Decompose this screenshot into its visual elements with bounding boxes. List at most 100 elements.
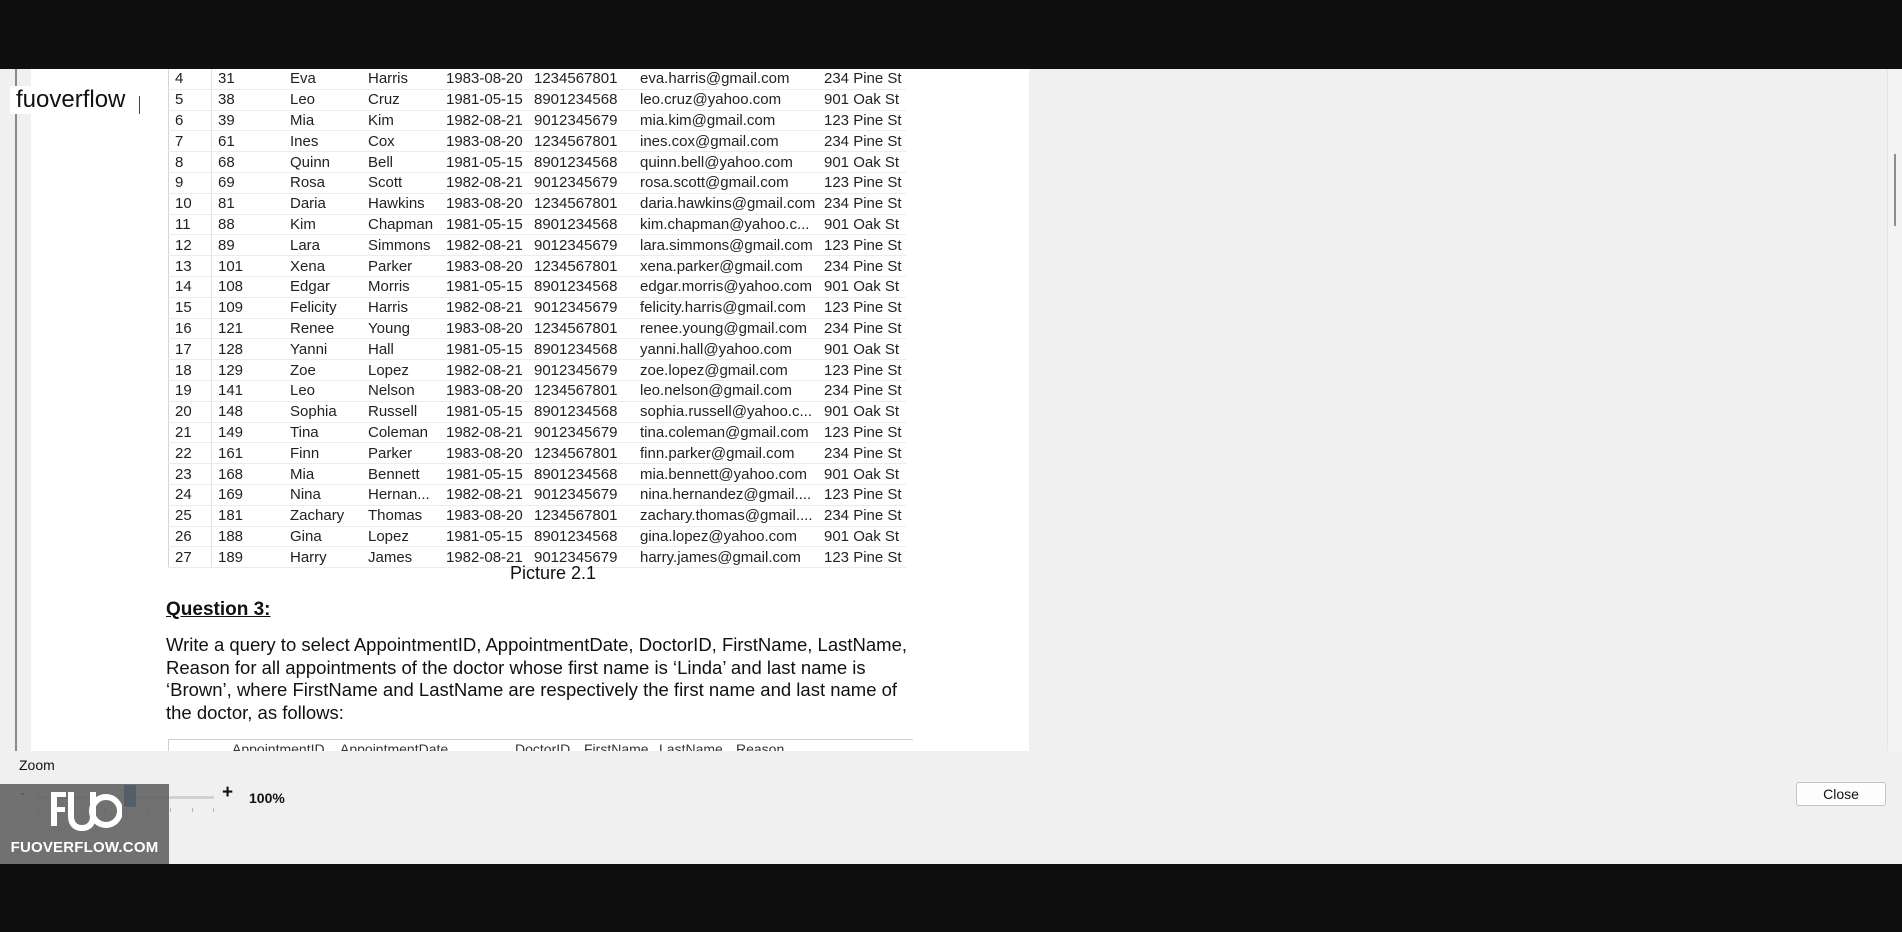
- table-cell: edgar.morris@yahoo.com: [634, 276, 818, 298]
- table-cell: 9012345679: [528, 110, 634, 132]
- table-cell: 901 Oak St: [818, 151, 906, 173]
- table-cell: 39: [211, 110, 284, 132]
- scrollbar-thumb[interactable]: [1894, 154, 1896, 226]
- table-cell: 21: [168, 422, 212, 444]
- table-cell: Harry: [284, 546, 362, 569]
- table-cell: 1981-05-15: [440, 526, 528, 548]
- table-cell: 901 Oak St: [818, 276, 906, 298]
- table-cell: 1234567801: [528, 130, 634, 153]
- table-cell: 1983-08-20: [440, 442, 528, 465]
- zoom-in-button[interactable]: +: [222, 782, 233, 804]
- table-cell: 1983-08-20: [440, 380, 528, 402]
- table-cell: 20: [168, 401, 212, 423]
- table-cell: 1234567801: [528, 380, 634, 402]
- table-cell: 161: [211, 442, 284, 465]
- vertical-scrollbar[interactable]: [1887, 69, 1902, 751]
- question-title: Question 3:: [166, 599, 271, 620]
- table-row: 18 129 Zoe Lopez 1982-08-21 9012345679 zoe.lop…: [168, 359, 906, 381]
- table-cell: 1983-08-20: [440, 69, 528, 90]
- table-cell: 123 Pine St: [818, 359, 906, 381]
- table-cell: Harris: [362, 69, 440, 90]
- table-cell: rosa.scott@gmail.com: [634, 172, 818, 194]
- table-cell: 1982-08-21: [440, 172, 528, 194]
- table-cell: 9012345679: [528, 359, 634, 381]
- results-table-body: 4 31 Eva Harris 1983-08-20 1234567801 eva.harr…: [168, 69, 906, 569]
- table-row: 11 88 Kim Chapman 1981-05-15 8901234568 kim.ch…: [168, 214, 906, 236]
- table-cell: 108: [211, 276, 284, 298]
- table-cell: Harris: [362, 297, 440, 319]
- table-row: 19 141 Leo Nelson 1983-08-20 1234567801 leo.ne…: [168, 380, 906, 402]
- table-cell: 61: [211, 130, 284, 153]
- table-cell: Parker: [362, 442, 440, 465]
- header-first-name: FirstName: [584, 741, 649, 751]
- table-cell: 1981-05-15: [440, 151, 528, 173]
- table-row: 13 101 Xena Parker 1983-08-20 1234567801 xena.…: [168, 255, 906, 277]
- table-cell: Lara: [284, 234, 362, 257]
- table-cell: sophia.russell@yahoo.c...: [634, 401, 818, 423]
- table-row: 10 81 Daria Hawkins 1983-08-20 1234567801 dari…: [168, 193, 906, 215]
- table-row: 7 61 Ines Cox 1983-08-20 1234567801 ines.cox@g…: [168, 130, 906, 153]
- header-last-name: LastName: [659, 741, 723, 751]
- table-cell: 901 Oak St: [818, 338, 906, 361]
- table-cell: 16: [168, 318, 212, 340]
- zoom-label: Zoom: [19, 757, 55, 773]
- document-viewer-window: 4 31 Eva Harris 1983-08-20 1234567801 eva.harr…: [0, 69, 1902, 864]
- table-cell: 81: [211, 193, 284, 215]
- table-cell: 123 Pine St: [818, 546, 906, 569]
- table-cell: 9012345679: [528, 484, 634, 506]
- table-cell: kim.chapman@yahoo.c...: [634, 214, 818, 236]
- table-cell: 1981-05-15: [440, 89, 528, 111]
- table-cell: 123 Pine St: [818, 234, 906, 257]
- table-cell: Morris: [362, 276, 440, 298]
- table-cell: 19: [168, 380, 212, 402]
- table-cell: Yanni: [284, 338, 362, 361]
- table-cell: 1981-05-15: [440, 463, 528, 485]
- table-cell: 8901234568: [528, 526, 634, 548]
- table-row: 4 31 Eva Harris 1983-08-20 1234567801 eva.harr…: [168, 69, 906, 90]
- table-cell: Chapman: [362, 214, 440, 236]
- table-row: 12 89 Lara Simmons 1982-08-21 9012345679 lara.…: [168, 234, 906, 257]
- table-cell: Tina: [284, 422, 362, 444]
- close-button[interactable]: Close: [1796, 782, 1886, 806]
- table-cell: 123 Pine St: [818, 422, 906, 444]
- table-cell: Quinn: [284, 151, 362, 173]
- table-cell: Hernan...: [362, 484, 440, 506]
- table-cell: 8901234568: [528, 463, 634, 485]
- table-cell: 13: [168, 255, 212, 277]
- table-row: 26 188 Gina Lopez 1981-05-15 8901234568 gina.l…: [168, 526, 906, 548]
- table-cell: ines.cox@gmail.com: [634, 130, 818, 153]
- table-cell: Eva: [284, 69, 362, 90]
- table-cell: 22: [168, 442, 212, 465]
- table-cell: Hawkins: [362, 193, 440, 215]
- table-cell: 1982-08-21: [440, 297, 528, 319]
- table-row: 24 169 Nina Hernan... 1982-08-21 9012345679 ni…: [168, 484, 906, 506]
- table-cell: 181: [211, 505, 284, 527]
- document-view-pane[interactable]: 4 31 Eva Harris 1983-08-20 1234567801 eva.harr…: [15, 69, 1902, 751]
- table-cell: 188: [211, 526, 284, 548]
- table-cell: 234 Pine St: [818, 380, 906, 402]
- table-cell: Renee: [284, 318, 362, 340]
- table-cell: Thomas: [362, 505, 440, 527]
- table-row: 5 38 Leo Cruz 1981-05-15 8901234568 leo.cruz@y…: [168, 89, 906, 111]
- table-cell: 1981-05-15: [440, 401, 528, 423]
- table-cell: 7: [168, 130, 212, 153]
- table-cell: gina.lopez@yahoo.com: [634, 526, 818, 548]
- table-cell: 234 Pine St: [818, 255, 906, 277]
- table-cell: 123 Pine St: [818, 110, 906, 132]
- table-cell: 24: [168, 484, 212, 506]
- table-row: 23 168 Mia Bennett 1981-05-15 8901234568 mia.b…: [168, 463, 906, 485]
- table-cell: Xena: [284, 255, 362, 277]
- table-cell: Zachary: [284, 505, 362, 527]
- table-cell: 1982-08-21: [440, 484, 528, 506]
- table-cell: yanni.hall@yahoo.com: [634, 338, 818, 361]
- table-cell: 1981-05-15: [440, 338, 528, 361]
- table-cell: 168: [211, 463, 284, 485]
- table-cell: Simmons: [362, 234, 440, 257]
- table-cell: Bell: [362, 151, 440, 173]
- table-cell: Lopez: [362, 359, 440, 381]
- table-cell: Mia: [284, 110, 362, 132]
- table-cell: Kim: [362, 110, 440, 132]
- table-row: 22 161 Finn Parker 1983-08-20 1234567801 finn.…: [168, 442, 906, 465]
- table-cell: 1982-08-21: [440, 422, 528, 444]
- table-cell: 8: [168, 151, 212, 173]
